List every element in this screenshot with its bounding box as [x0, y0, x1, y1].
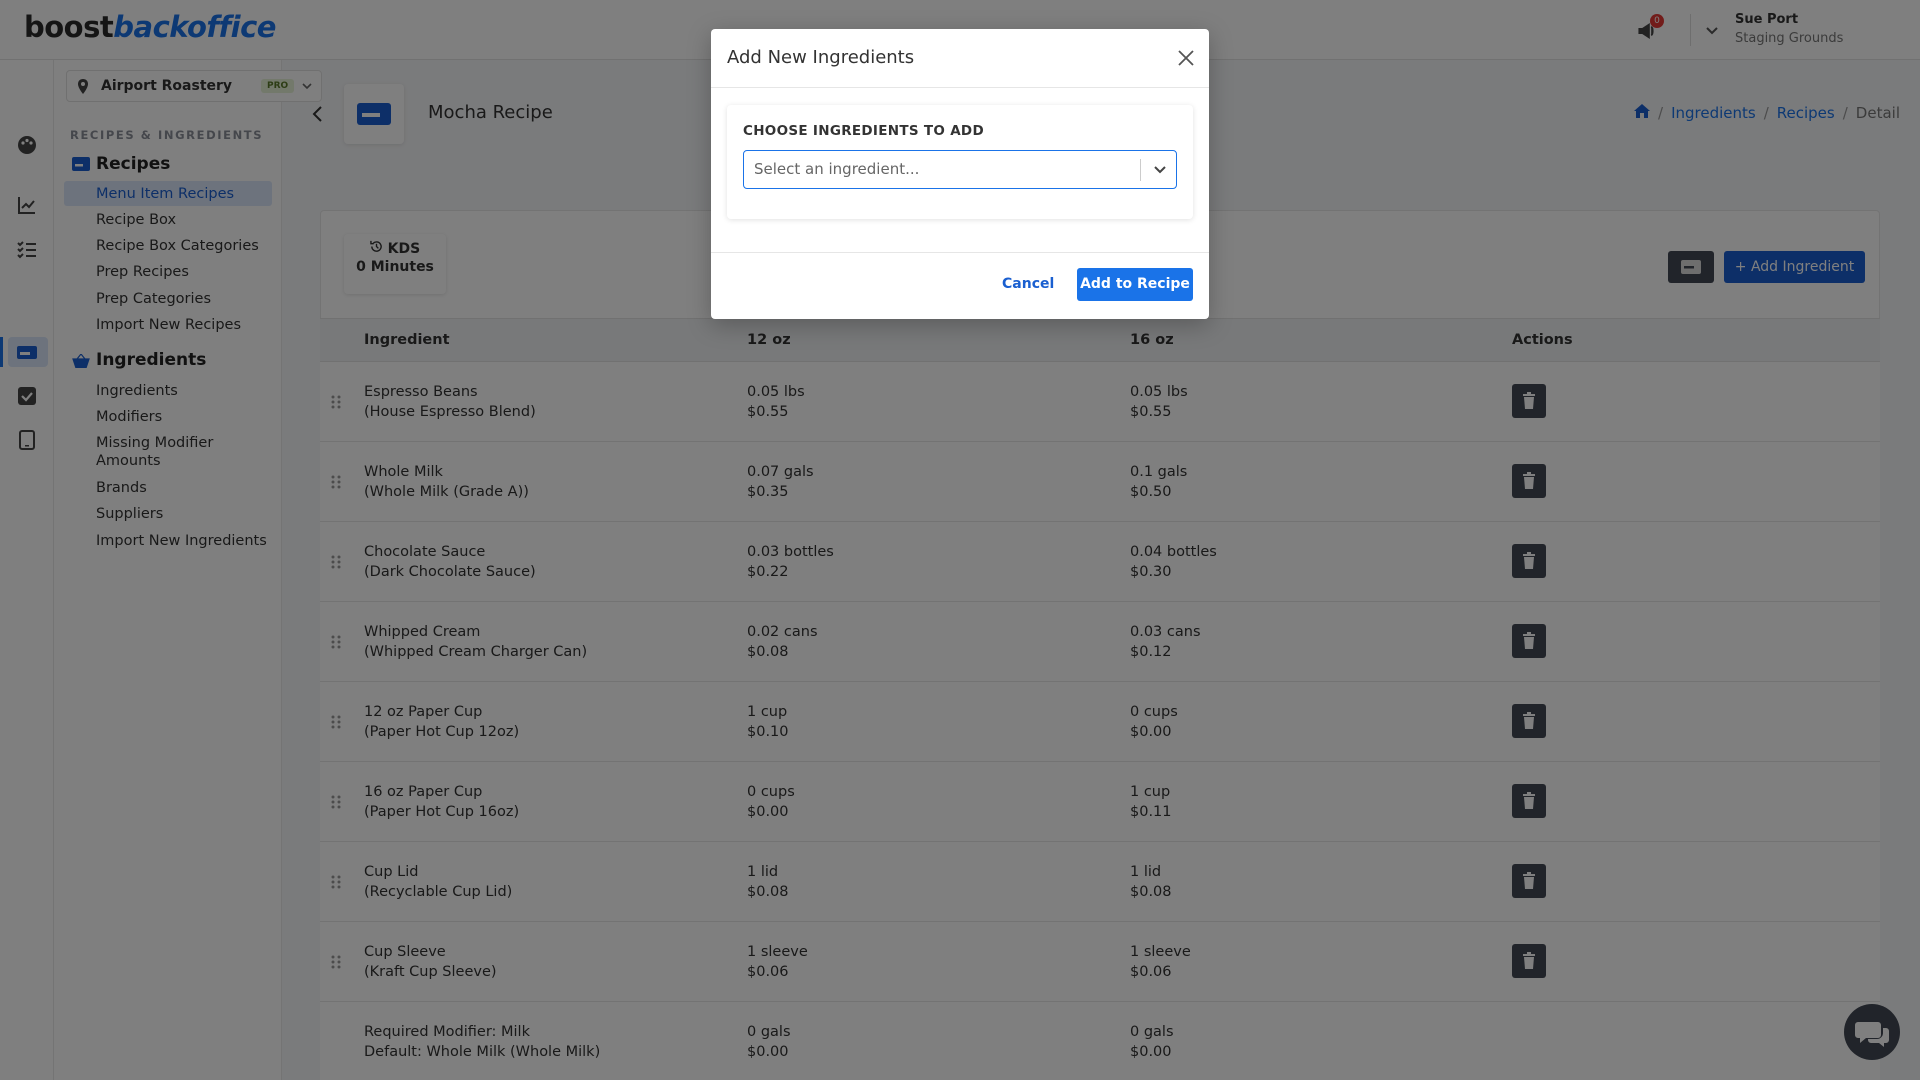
modal-title: Add New Ingredients	[727, 47, 915, 68]
add-to-recipe-button[interactable]: Add to Recipe	[1077, 268, 1193, 301]
add-ingredients-modal: Add New Ingredients CHOOSE INGREDIENTS T…	[711, 29, 1209, 319]
modal-divider	[711, 87, 1209, 88]
cancel-button[interactable]: Cancel	[1002, 276, 1054, 292]
select-label: CHOOSE INGREDIENTS TO ADD	[743, 123, 984, 139]
modal-footer-divider	[711, 252, 1209, 253]
select-separator	[1140, 159, 1141, 181]
ingredient-select-panel: CHOOSE INGREDIENTS TO ADD Select an ingr…	[727, 105, 1193, 219]
ingredient-select[interactable]: Select an ingredient...	[743, 150, 1177, 189]
chevron-down-icon[interactable]	[1152, 161, 1168, 177]
close-icon[interactable]	[1177, 49, 1195, 67]
select-placeholder: Select an ingredient...	[754, 160, 920, 178]
